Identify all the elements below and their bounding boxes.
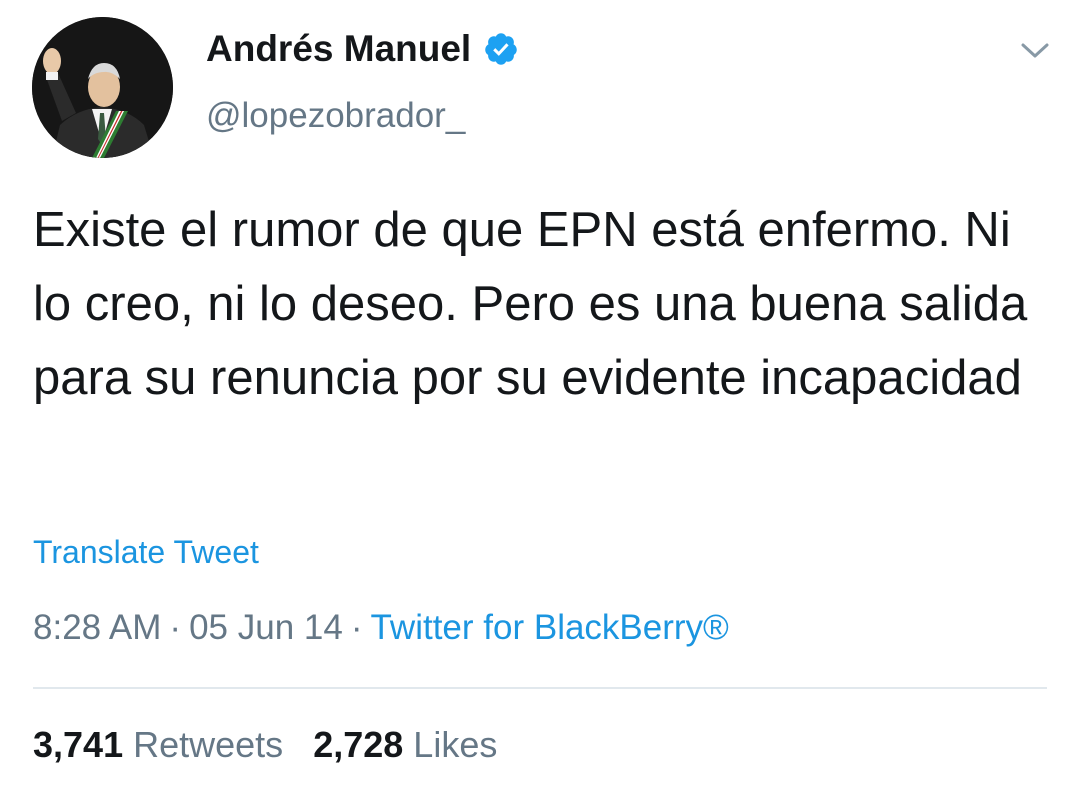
meta-separator: · bbox=[350, 608, 363, 647]
retweets-count: 3,741 bbox=[33, 724, 124, 765]
translate-tweet-link[interactable]: Translate Tweet bbox=[33, 534, 259, 571]
tweet-time: 8:28 AM bbox=[33, 608, 162, 647]
retweets-stat[interactable]: 3,741 Retweets bbox=[33, 724, 283, 766]
tweet-metadata: 8:28 AM · 05 Jun 14 · Twitter for BlackBerry… bbox=[33, 608, 729, 648]
author-display-name-row[interactable]: Andrés Manuel bbox=[206, 28, 519, 70]
divider bbox=[33, 687, 1047, 689]
author-display-name[interactable]: Andrés Manuel bbox=[206, 28, 471, 70]
tweet-source-link[interactable]: Twitter for BlackBerry® bbox=[370, 608, 728, 647]
meta-separator: · bbox=[169, 608, 182, 647]
likes-stat[interactable]: 2,728 Likes bbox=[313, 724, 497, 766]
likes-count: 2,728 bbox=[313, 724, 404, 765]
tweet-text: Existe el rumor de que EPN está enfermo.… bbox=[33, 203, 1028, 405]
tweet-stats: 3,741 Retweets 2,728 Likes bbox=[33, 724, 497, 766]
avatar[interactable] bbox=[32, 17, 173, 158]
likes-label: Likes bbox=[413, 724, 498, 765]
retweets-label: Retweets bbox=[133, 724, 284, 765]
verified-badge-icon bbox=[483, 31, 519, 67]
tweet-date: 05 Jun 14 bbox=[189, 608, 343, 647]
profile-photo-icon bbox=[32, 17, 173, 158]
author-handle[interactable]: @lopezobrador_ bbox=[206, 96, 465, 136]
chevron-down-icon[interactable] bbox=[1017, 38, 1053, 62]
